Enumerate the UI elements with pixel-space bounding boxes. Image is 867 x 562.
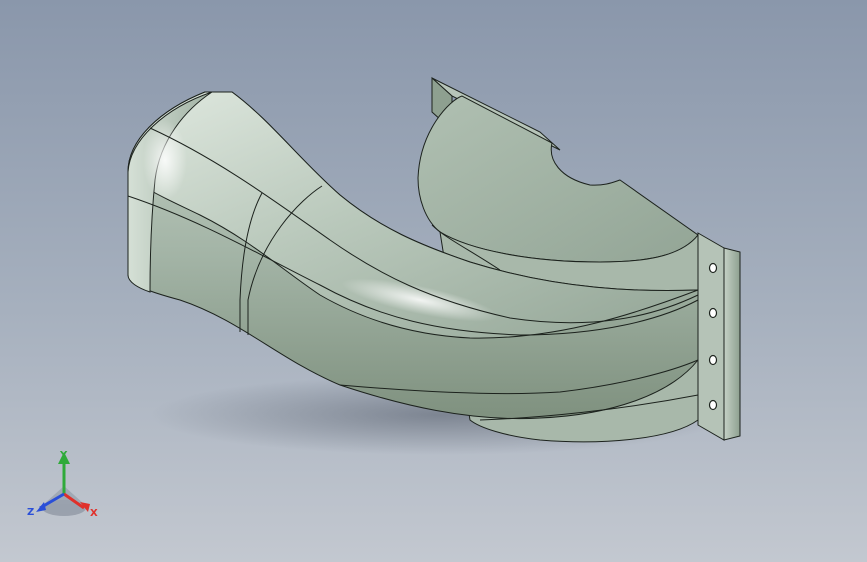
mounting-hole[interactable] <box>708 399 718 411</box>
mounting-hole[interactable] <box>708 354 718 366</box>
front-flange-edge <box>723 247 741 441</box>
z-axis-label: Z <box>27 507 34 518</box>
x-axis-label: X <box>90 508 98 519</box>
mounting-hole[interactable] <box>708 262 718 274</box>
coordinate-triad[interactable]: Y X Z <box>24 446 108 526</box>
mounting-hole[interactable] <box>708 307 718 319</box>
graphics-viewport[interactable]: Y X Z <box>0 0 867 562</box>
surface-highlight-mouth <box>143 120 187 200</box>
y-axis-label: Y <box>59 450 68 461</box>
housing-top-face[interactable] <box>417 95 699 263</box>
3d-model-view[interactable] <box>0 0 867 562</box>
